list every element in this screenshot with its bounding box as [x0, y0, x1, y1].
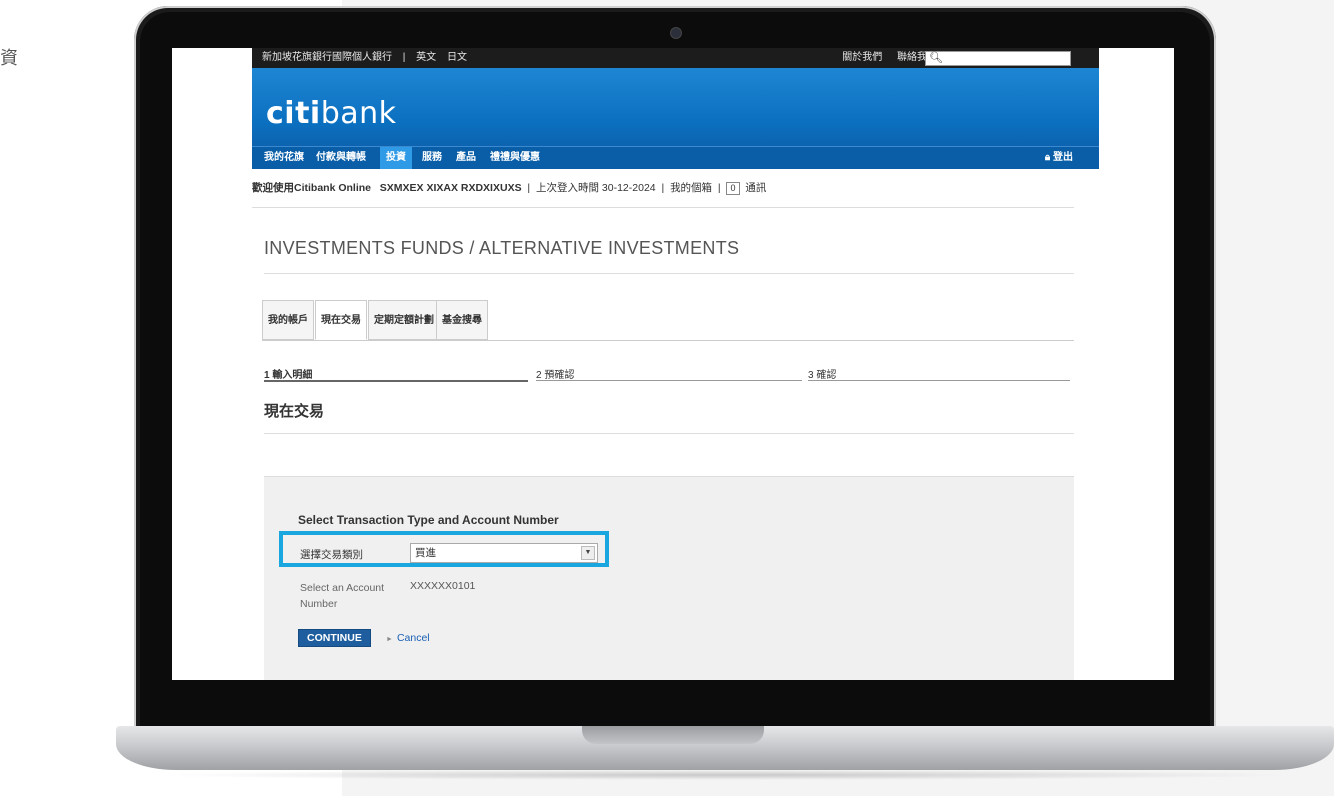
step-pre-confirm: 2 預確認 [536, 366, 802, 381]
transaction-type-label: 選擇交易類別 [300, 549, 363, 561]
main-nav: 我的花旗 付款與轉帳 投資 服務 產品 禮禮與優惠 🔒︎ 登出 [252, 146, 1099, 169]
utility-bank-name[interactable]: 新加坡花旗銀行國際個人銀行 [262, 52, 392, 63]
tab-bar: 我的帳戶 現在交易 定期定額計劃 基金搜尋 [262, 300, 1074, 341]
header-banner: citibank [252, 68, 1099, 148]
step-enter-details: 1 輸入明細 [264, 366, 528, 382]
citibank-logo[interactable]: citibank [266, 96, 397, 131]
tab-fund-search[interactable]: 基金搜尋 [436, 300, 488, 340]
form-heading: Select Transaction Type and Account Numb… [298, 513, 559, 527]
step-confirm: 3 確認 [808, 366, 1070, 381]
browser-screen: 新加坡花旗銀行國際個人銀行 | 英文 日文 關於我們 聯絡我們 🔍︎ citib… [172, 48, 1174, 680]
laptop-shadow [150, 770, 1300, 780]
separator: | [717, 182, 721, 194]
page-title: INVESTMENTS FUNDS / ALTERNATIVE INVESTME… [264, 238, 1074, 274]
utility-links-left: 新加坡花旗銀行國際個人銀行 | 英文 日文 [262, 48, 475, 68]
camera-icon [670, 27, 682, 39]
laptop-notch [582, 726, 764, 744]
about-us-link[interactable]: 關於我們 [842, 52, 882, 63]
nav-investments[interactable]: 投資 [380, 147, 412, 169]
last-login: 上次登入時間 30-12-2024 [536, 182, 656, 194]
utility-links-right: 關於我們 聯絡我們 [830, 48, 937, 68]
continue-button[interactable]: CONTINUE [298, 629, 371, 647]
nav-services[interactable]: 服務 [416, 147, 448, 169]
mailbox-link[interactable]: 我的個箱 [670, 182, 712, 194]
progress-steps: 1 輸入明細 2 預確認 3 確認 [264, 366, 1070, 382]
lock-icon: 🔒︎ [1044, 152, 1051, 163]
separator: | [661, 182, 665, 194]
nav-payments-transfers[interactable]: 付款與轉帳 [310, 147, 372, 169]
nav-rewards[interactable]: 禮禮與優惠 [484, 147, 546, 169]
search-icon[interactable]: 🔍︎ [929, 51, 943, 65]
logo-light: bank [320, 96, 397, 131]
section-title: 現在交易 [264, 400, 1074, 434]
tab-my-account[interactable]: 我的帳戶 [262, 300, 314, 340]
chevron-down-icon[interactable]: ▼ [581, 546, 595, 560]
account-number: XXXXXX0101 [410, 580, 476, 592]
separator: | [527, 182, 531, 194]
cancel-link[interactable]: ► Cancel [386, 632, 430, 644]
message-count-badge[interactable]: 0 [726, 182, 740, 195]
welcome-text: 歡迎使用Citibank Online [252, 182, 372, 194]
logout-button[interactable]: 🔒︎ 登出 [1045, 147, 1073, 169]
logout-label: 登出 [1053, 152, 1073, 163]
messages-link[interactable]: 通訊 [745, 182, 766, 194]
arrow-right-icon: ► [386, 636, 393, 643]
transaction-form: Select Transaction Type and Account Numb… [264, 476, 1074, 680]
search-input[interactable]: 🔍︎ [925, 51, 1071, 66]
transaction-type-select[interactable]: 買進 ▼ [410, 543, 598, 563]
logo-bold: citi [266, 96, 321, 131]
utility-bar: 新加坡花旗銀行國際個人銀行 | 英文 日文 關於我們 聯絡我們 🔍︎ [252, 48, 1099, 68]
welcome-bar: 歡迎使用Citibank Online SXMXEX XIXAX RXDXIXU… [252, 180, 1074, 208]
tab-trade-now[interactable]: 現在交易 [315, 300, 367, 340]
transaction-type-value: 買進 [415, 547, 436, 559]
cropped-text: 資 [0, 48, 18, 69]
tab-regular-savings-plan[interactable]: 定期定額計劃 [368, 300, 440, 340]
utility-separator: | [402, 52, 406, 63]
nav-products[interactable]: 產品 [450, 147, 482, 169]
utility-lang-japanese[interactable]: 日文 [447, 52, 467, 63]
account-label: Select an Account Number [300, 582, 385, 610]
nav-my-citi[interactable]: 我的花旗 [258, 147, 310, 169]
user-name: SXMXEX XIXAX RXDXIXUXS [379, 182, 522, 194]
cancel-label: Cancel [396, 632, 430, 644]
utility-lang-english[interactable]: 英文 [416, 52, 436, 63]
